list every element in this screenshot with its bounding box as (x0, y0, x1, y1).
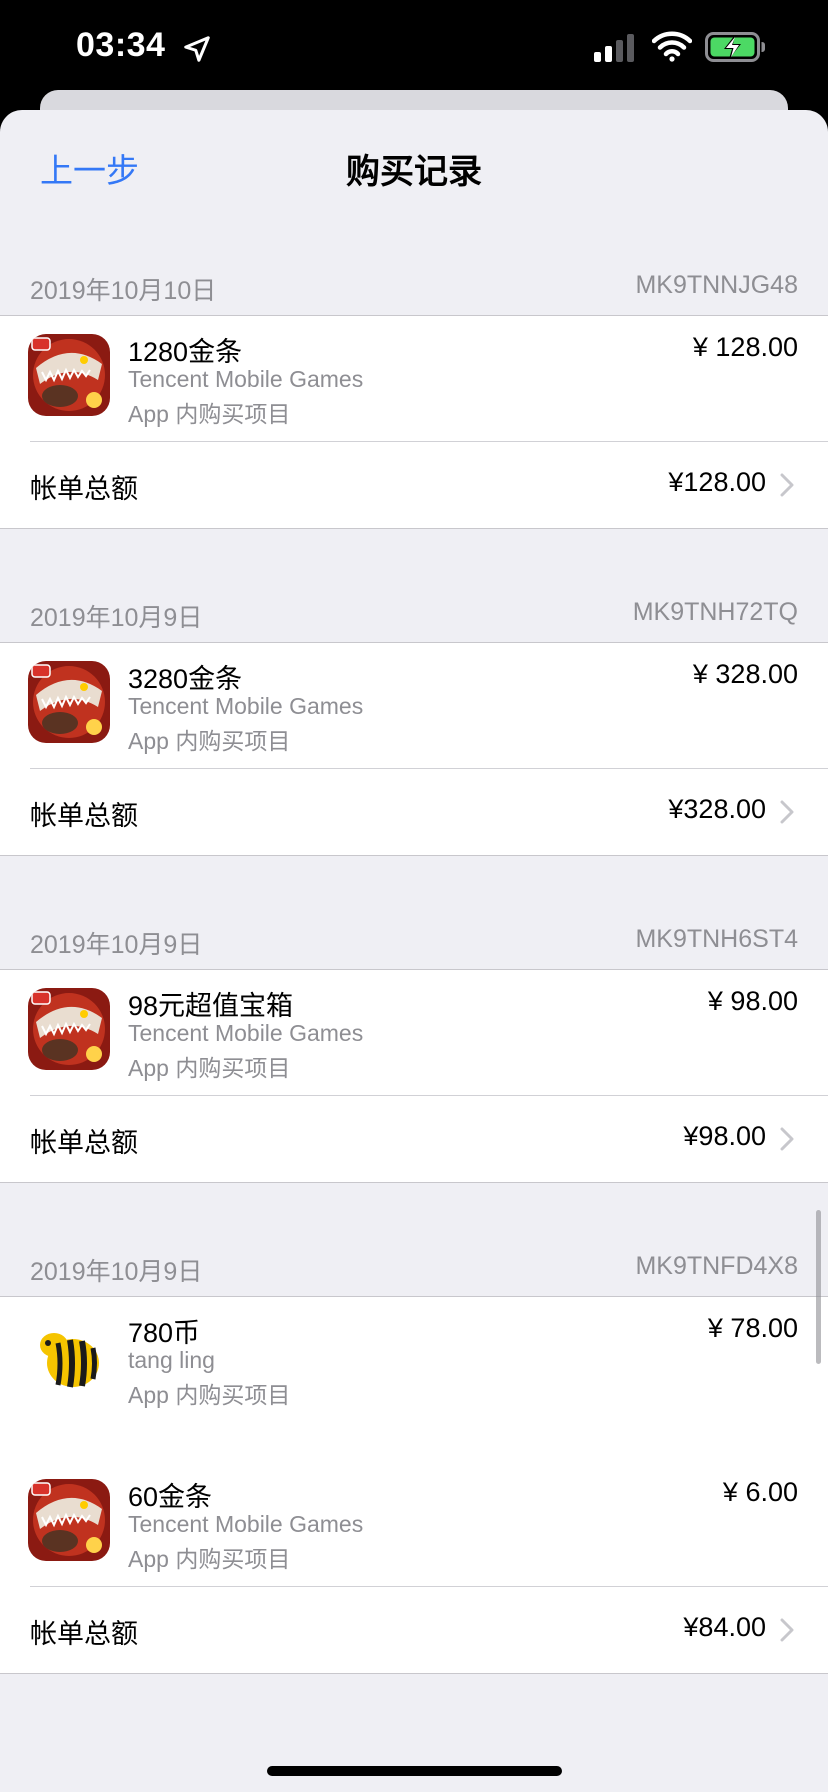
bill-total-row[interactable]: 帐单总额 ¥98.00 (0, 1096, 828, 1182)
page-title: 购买记录 (346, 153, 482, 191)
status-bar: 03:34 (0, 0, 828, 95)
group-header: 2019年10月10日 MK9TNNJG48 (0, 267, 828, 315)
group-header: 2019年10月9日 MK9TNFD4X8 (0, 1248, 828, 1296)
bill-total-row[interactable]: 帐单总额 ¥328.00 (0, 769, 828, 855)
item-developer: Tencent Mobile Games (128, 366, 364, 392)
scrollbar[interactable] (816, 1210, 821, 1364)
wifi-icon (652, 31, 692, 62)
purchase-date: 2019年10月10日 (30, 277, 217, 305)
purchase-group: 2019年10月9日 MK9TNH6ST4 98元超值宝箱 Tencent Mo… (0, 921, 828, 1183)
item-name: 3280金条 (128, 664, 243, 694)
item-price: ¥ 98.00 (707, 986, 798, 1016)
item-name: 60金条 (128, 1482, 213, 1512)
item-type: App 内购买项目 (128, 728, 291, 754)
item-type: App 内购买项目 (128, 1382, 291, 1408)
bill-total-amount: ¥128.00 (668, 467, 766, 497)
purchase-item[interactable]: 1280金条 Tencent Mobile Games App 内购买项目 ¥ … (0, 316, 828, 442)
chevron-right-icon (780, 473, 794, 497)
purchase-group: 2019年10月10日 MK9TNNJG48 1280金条 Tencent Mo… (0, 267, 828, 529)
purchase-date: 2019年10月9日 (30, 1258, 203, 1286)
bill-total-label: 帐单总额 (30, 1128, 138, 1158)
bill-total-label: 帐单总额 (30, 801, 138, 831)
order-id: MK9TNH72TQ (632, 598, 798, 626)
chevron-right-icon (780, 1127, 794, 1151)
bill-total-label: 帐单总额 (30, 1619, 138, 1649)
order-id: MK9TNH6ST4 (635, 925, 798, 953)
order-id: MK9TNNJG48 (635, 271, 798, 299)
chevron-right-icon (780, 1618, 794, 1642)
group-body: 3280金条 Tencent Mobile Games App 内购买项目 ¥ … (0, 642, 828, 856)
purchase-item[interactable]: 98元超值宝箱 Tencent Mobile Games App 内购买项目 ¥… (0, 970, 828, 1096)
signal-icon (594, 34, 634, 62)
purchase-item[interactable]: 60金条 Tencent Mobile Games App 内购买项目 ¥ 6.… (0, 1461, 828, 1587)
bill-total-row[interactable]: 帐单总额 ¥128.00 (0, 442, 828, 528)
item-name: 98元超值宝箱 (128, 991, 294, 1021)
bill-total-row[interactable]: 帐单总额 ¥84.00 (0, 1587, 828, 1673)
group-body: 98元超值宝箱 Tencent Mobile Games App 内购买项目 ¥… (0, 969, 828, 1183)
battery-charging-icon (705, 32, 765, 62)
bill-total-amount: ¥328.00 (668, 794, 766, 824)
bill-total-label: 帐单总额 (30, 474, 138, 504)
purchase-date: 2019年10月9日 (30, 604, 203, 632)
item-type: App 内购买项目 (128, 1055, 291, 1081)
group-header: 2019年10月9日 MK9TNH6ST4 (0, 921, 828, 969)
bee-app-icon (28, 1315, 110, 1397)
purchase-item[interactable]: 780币 tang ling App 内购买项目 ¥ 78.00 (0, 1297, 828, 1461)
item-name: 780币 (128, 1318, 201, 1348)
home-indicator[interactable] (267, 1766, 562, 1776)
group-header: 2019年10月9日 MK9TNH72TQ (0, 594, 828, 642)
bill-total-amount: ¥84.00 (683, 1612, 766, 1642)
purchase-group: 2019年10月9日 MK9TNH72TQ 3280金条 Tencent Mob… (0, 594, 828, 856)
shark-game-icon (28, 1479, 110, 1561)
shark-game-icon (28, 661, 110, 743)
order-id: MK9TNFD4X8 (635, 1252, 798, 1280)
item-price: ¥ 128.00 (692, 332, 798, 362)
group-body: 1280金条 Tencent Mobile Games App 内购买项目 ¥ … (0, 315, 828, 529)
location-icon (184, 36, 210, 62)
purchase-group: 2019年10月9日 MK9TNFD4X8 780币 tang ling App… (0, 1248, 828, 1674)
item-price: ¥ 6.00 (722, 1477, 798, 1507)
item-developer: Tencent Mobile Games (128, 1511, 364, 1537)
item-type: App 内购买项目 (128, 1546, 291, 1572)
purchase-date: 2019年10月9日 (30, 931, 203, 959)
item-price: ¥ 78.00 (707, 1313, 798, 1343)
item-developer: Tencent Mobile Games (128, 693, 364, 719)
status-time: 03:34 (76, 26, 166, 64)
item-developer: Tencent Mobile Games (128, 1020, 364, 1046)
bill-total-amount: ¥98.00 (683, 1121, 766, 1151)
group-body: 780币 tang ling App 内购买项目 ¥ 78.00 60金条 Te… (0, 1296, 828, 1674)
purchase-history-sheet: 上一步 购买记录 2019年10月10日 MK9TNNJG48 1280金条 T… (0, 110, 828, 1792)
item-developer: tang ling (128, 1347, 215, 1373)
chevron-right-icon (780, 800, 794, 824)
shark-game-icon (28, 988, 110, 1070)
item-type: App 内购买项目 (128, 401, 291, 427)
item-name: 1280金条 (128, 337, 243, 367)
shark-game-icon (28, 334, 110, 416)
purchase-item[interactable]: 3280金条 Tencent Mobile Games App 内购买项目 ¥ … (0, 643, 828, 769)
item-price: ¥ 328.00 (692, 659, 798, 689)
